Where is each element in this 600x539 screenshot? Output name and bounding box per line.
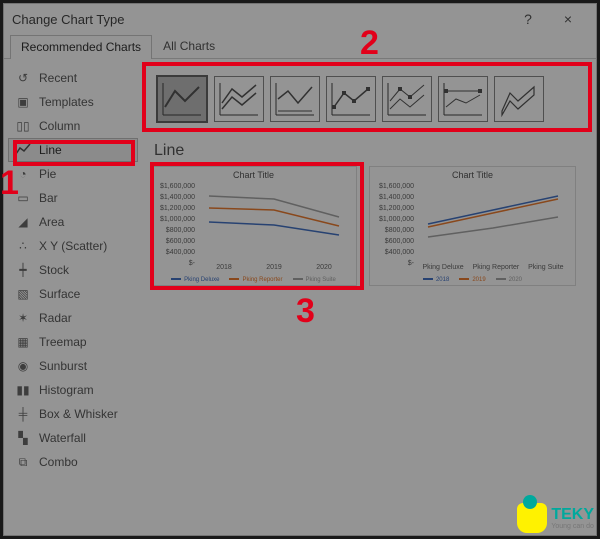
sidebar-item-label: Radar: [39, 311, 72, 325]
chart-category-sidebar: ↺ Recent ▣ Templates ▯▯ Column Line ◔ Pi…: [4, 60, 142, 535]
sidebar-item-area[interactable]: ◢ Area: [8, 210, 138, 234]
chart-preview-1[interactable]: Chart Title $1,600,000 $1,400,000 $1,200…: [150, 166, 357, 286]
sidebar-item-label: Surface: [39, 287, 80, 301]
subtype-line-markers[interactable]: [326, 76, 376, 122]
subtype-3d-line[interactable]: [494, 76, 544, 122]
main-panel: Line Chart Title $1,600,000 $1,400,000 $…: [142, 60, 596, 535]
column-chart-icon: ▯▯: [15, 118, 31, 134]
subtype-stacked-line[interactable]: [214, 76, 264, 122]
sidebar-item-waterfall[interactable]: ▚ Waterfall: [8, 426, 138, 450]
sidebar-item-label: Area: [39, 215, 64, 229]
sidebar-item-label: Treemap: [39, 335, 87, 349]
sidebar-item-histogram[interactable]: ▮▮ Histogram: [8, 378, 138, 402]
sidebar-item-label: Sunburst: [39, 359, 87, 373]
line-subtype-row: [150, 66, 588, 132]
pie-chart-icon: ◔: [15, 166, 31, 182]
sidebar-item-label: Templates: [39, 95, 94, 109]
sidebar-item-column[interactable]: ▯▯ Column: [8, 114, 138, 138]
sidebar-item-treemap[interactable]: ▦ Treemap: [8, 330, 138, 354]
tab-all-charts[interactable]: All Charts: [152, 34, 226, 58]
help-button[interactable]: ?: [508, 11, 548, 27]
sidebar-item-stock[interactable]: ┿ Stock: [8, 258, 138, 282]
tab-recommended-charts[interactable]: Recommended Charts: [10, 35, 152, 59]
sidebar-item-radar[interactable]: ✶ Radar: [8, 306, 138, 330]
sidebar-item-pie[interactable]: ◔ Pie: [8, 162, 138, 186]
sidebar-item-combo[interactable]: ⧉ Combo: [8, 450, 138, 474]
preview-x-axis: Pking Deluxe Pking Reporter Pking Suite: [418, 264, 568, 271]
templates-icon: ▣: [15, 94, 31, 110]
tab-strip: Recommended Charts All Charts: [4, 34, 596, 59]
sidebar-item-line[interactable]: Line: [8, 138, 138, 162]
sidebar-item-label: Histogram: [39, 383, 94, 397]
preview-y-axis: $1,600,000 $1,400,000 $1,200,000 $1,000,…: [374, 183, 414, 267]
sidebar-item-label: Column: [39, 119, 80, 133]
change-chart-type-dialog: Change Chart Type ? × Recommended Charts…: [3, 3, 597, 536]
treemap-icon: ▦: [15, 334, 31, 350]
sidebar-item-bar[interactable]: ▭ Bar: [8, 186, 138, 210]
subtype-line[interactable]: [156, 75, 208, 123]
box-whisker-icon: ╪: [15, 406, 31, 422]
preview-legend: Pking Deluxe Pking Reporter Pking Suite: [151, 277, 356, 283]
sidebar-item-label: Line: [39, 143, 62, 157]
scatter-chart-icon: ∴: [15, 238, 31, 254]
subtype-100-stacked-line[interactable]: [270, 76, 320, 122]
sidebar-item-label: Box & Whisker: [39, 407, 118, 421]
preview-y-axis: $1,600,000 $1,400,000 $1,200,000 $1,000,…: [155, 183, 195, 267]
preview-legend: 2018 2019 2020: [370, 277, 575, 283]
sidebar-item-label: Recent: [39, 71, 77, 85]
stock-chart-icon: ┿: [15, 262, 31, 278]
bar-chart-icon: ▭: [15, 190, 31, 206]
sidebar-item-label: Pie: [39, 167, 56, 181]
line-chart-icon: [15, 142, 31, 158]
sidebar-item-label: X Y (Scatter): [39, 239, 107, 253]
tab-label: All Charts: [163, 39, 215, 53]
waterfall-icon: ▚: [15, 430, 31, 446]
combo-chart-icon: ⧉: [15, 454, 31, 470]
histogram-icon: ▮▮: [15, 382, 31, 398]
tab-label: Recommended Charts: [21, 40, 141, 54]
subtype-100-stacked-line-markers[interactable]: [438, 76, 488, 122]
dialog-title: Change Chart Type: [12, 12, 125, 27]
selected-subtype-heading: Line: [154, 142, 588, 160]
radar-chart-icon: ✶: [15, 310, 31, 326]
area-chart-icon: ◢: [15, 214, 31, 230]
sidebar-item-box-whisker[interactable]: ╪ Box & Whisker: [8, 402, 138, 426]
preview-title: Chart Title: [370, 170, 575, 180]
sunburst-icon: ◉: [15, 358, 31, 374]
sidebar-item-surface[interactable]: ▧ Surface: [8, 282, 138, 306]
preview-plot: [418, 182, 568, 260]
chart-preview-2[interactable]: Chart Title $1,600,000 $1,400,000 $1,200…: [369, 166, 576, 286]
subtype-stacked-line-markers[interactable]: [382, 76, 432, 122]
sidebar-item-templates[interactable]: ▣ Templates: [8, 90, 138, 114]
preview-title: Chart Title: [151, 170, 356, 180]
sidebar-item-scatter[interactable]: ∴ X Y (Scatter): [8, 234, 138, 258]
sidebar-item-label: Combo: [39, 455, 78, 469]
sidebar-item-label: Stock: [39, 263, 69, 277]
preview-x-axis: 2018 2019 2020: [199, 264, 349, 271]
preview-plot: [199, 182, 349, 260]
close-button[interactable]: ×: [548, 11, 588, 27]
sidebar-item-sunburst[interactable]: ◉ Sunburst: [8, 354, 138, 378]
recent-icon: ↺: [15, 70, 31, 86]
surface-chart-icon: ▧: [15, 286, 31, 302]
titlebar: Change Chart Type ? ×: [4, 4, 596, 34]
sidebar-item-label: Waterfall: [39, 431, 86, 445]
sidebar-item-label: Bar: [39, 191, 58, 205]
sidebar-item-recent[interactable]: ↺ Recent: [8, 66, 138, 90]
